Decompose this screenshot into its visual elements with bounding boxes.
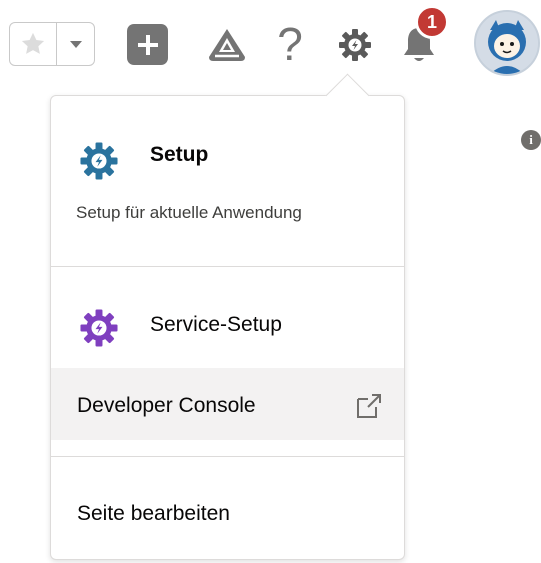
setup-menu-item[interactable]: Setup Setup für aktuelle Anwendung (51, 96, 404, 266)
favorites-dropdown-button[interactable] (57, 23, 94, 65)
favorites-button-group (9, 22, 95, 66)
notification-count-badge: 1 (415, 5, 449, 39)
star-icon (21, 32, 45, 54)
user-avatar-button[interactable] (474, 10, 540, 76)
trailhead-button[interactable] (203, 24, 251, 66)
help-button[interactable]: ? (270, 14, 310, 74)
developer-console-label: Developer Console (77, 394, 256, 417)
caret-down-icon (69, 41, 82, 48)
favorites-star-button[interactable] (10, 23, 56, 65)
setup-subtitle: Setup für aktuelle Anwendung (76, 203, 302, 222)
menu-divider (51, 266, 404, 267)
trailhead-icon (209, 29, 245, 61)
info-icon: i (521, 130, 541, 150)
edit-page-label: Seite bearbeiten (77, 502, 230, 525)
menu-divider (51, 456, 404, 457)
setup-gear-icon (80, 142, 118, 180)
service-setup-label: Service-Setup (150, 313, 282, 336)
global-actions-button[interactable] (127, 24, 168, 65)
service-setup-gear-icon (80, 309, 118, 347)
setup-gear-button[interactable] (334, 24, 376, 66)
setup-dropdown-menu: Setup Setup für aktuelle Anwendung Servi… (50, 95, 405, 560)
gear-icon (339, 29, 371, 61)
question-mark-icon: ? (277, 18, 303, 70)
external-link-icon (357, 394, 381, 418)
setup-title: Setup (150, 143, 209, 166)
plus-icon (137, 34, 158, 55)
astro-avatar-icon (476, 12, 538, 74)
